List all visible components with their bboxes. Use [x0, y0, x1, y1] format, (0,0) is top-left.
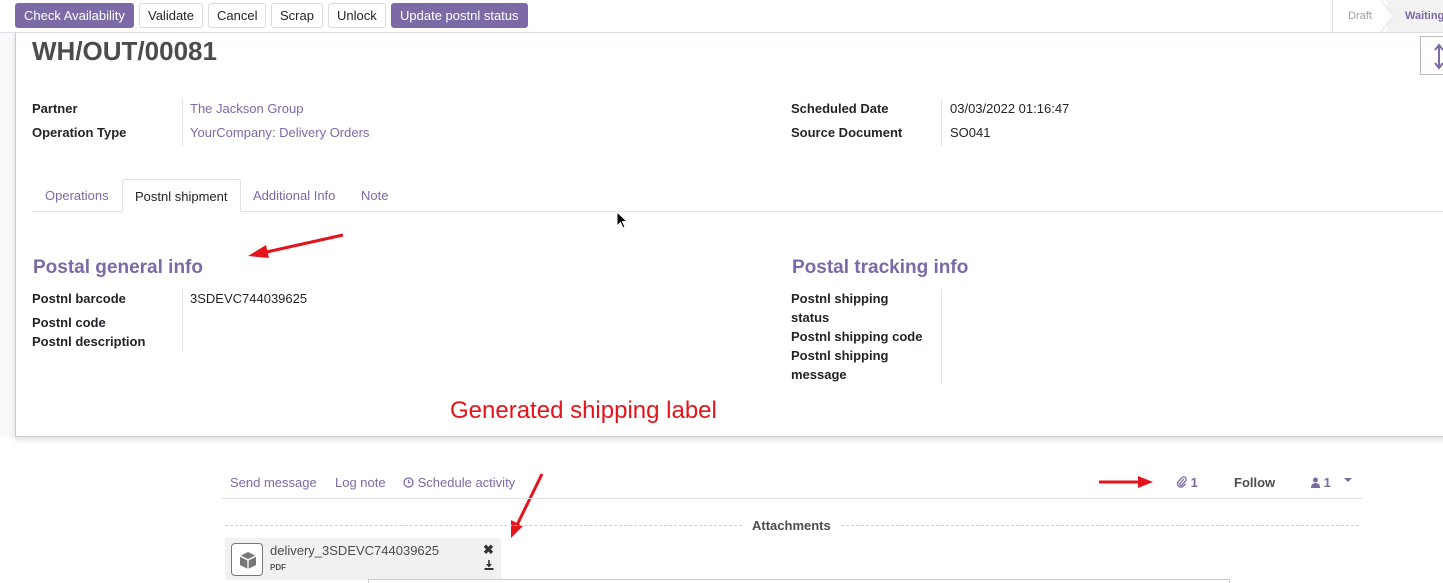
partner-link[interactable]: The Jackson Group [190, 99, 303, 118]
attachments-rule-right [841, 525, 1359, 526]
postnl-shipping-status-label-cont: status [791, 310, 830, 325]
paperclip-icon [1176, 476, 1187, 488]
arrow-icon [511, 473, 544, 538]
postal-tracking-info-title: Postal tracking info [792, 257, 969, 278]
followers-button[interactable]: 1 [1311, 474, 1331, 492]
follow-button[interactable]: Follow [1234, 474, 1275, 492]
tab-operations[interactable]: Operations [33, 179, 121, 212]
status-bar: Draft Waiting [1332, 0, 1443, 32]
postnl-barcode-label: Postnl barcode [32, 291, 126, 306]
status-waiting[interactable]: Waiting [1387, 0, 1443, 32]
attachment-extension: PDF [270, 563, 286, 572]
postnl-description-label: Postnl description [32, 334, 146, 349]
form-sheet [15, 33, 1443, 437]
status-chevron-icon [1381, 0, 1394, 32]
check-availability-button[interactable]: Check Availability [15, 3, 134, 28]
log-note-link[interactable]: Log note [335, 474, 386, 492]
unlock-button[interactable]: Unlock [328, 3, 386, 28]
package-icon [239, 552, 257, 569]
attachment-thumbnail [231, 543, 263, 576]
send-message-link[interactable]: Send message [230, 474, 317, 492]
generated-shipping-label-annotation: Generated shipping label [450, 397, 717, 424]
download-icon[interactable] [484, 560, 494, 570]
mouse-cursor-icon [616, 211, 628, 229]
scheduled-date-value[interactable]: 03/03/2022 01:16:47 [950, 99, 1069, 118]
postnl-code-label: Postnl code [32, 315, 106, 330]
field-separator [182, 289, 183, 351]
schedule-activity-label: Schedule activity [417, 475, 516, 490]
vertical-resize-icon [1434, 43, 1443, 70]
expand-button[interactable] [1420, 36, 1443, 75]
postnl-shipping-message-label: Postnl shipping [791, 348, 889, 363]
caret-down-icon[interactable] [1344, 478, 1352, 483]
clock-icon [403, 477, 414, 488]
control-panel: Check Availability Validate Cancel Scrap… [0, 0, 1443, 33]
postnl-barcode-value[interactable]: 3SDEVC744039625 [190, 289, 307, 308]
status-draft[interactable]: Draft [1333, 0, 1387, 32]
chatter-separator [222, 498, 1362, 499]
tab-postnl-shipment[interactable]: Postnl shipment [122, 179, 241, 212]
delete-attachment-icon[interactable]: ✖ [483, 542, 494, 558]
attachments-title: Attachments [752, 518, 831, 533]
postnl-shipping-status-label: Postnl shipping [791, 291, 889, 306]
composer-box [368, 579, 1230, 583]
attachment-count: 1 [1190, 475, 1198, 490]
postal-general-info-title: Postal general info [33, 257, 203, 278]
attachments-rule-left [225, 525, 742, 526]
schedule-activity-link[interactable]: Schedule activity [403, 474, 515, 492]
scheduled-date-label: Scheduled Date [791, 101, 889, 116]
validate-button[interactable]: Validate [139, 3, 204, 28]
attachments-counter[interactable]: 1 [1176, 474, 1198, 492]
tab-note[interactable]: Note [349, 179, 400, 212]
field-separator [941, 289, 942, 384]
attachment-card[interactable]: delivery_3SDEVC744039625 PDF ✖ [225, 538, 501, 580]
user-icon [1311, 477, 1320, 488]
source-document-label: Source Document [791, 125, 903, 140]
record-title: WH/OUT/00081 [32, 36, 217, 66]
arrow-icon [1099, 476, 1153, 488]
postnl-shipping-code-label: Postnl shipping code [791, 329, 923, 344]
tab-additional-info[interactable]: Additional Info [241, 179, 347, 212]
operation-type-link[interactable]: YourCompany: Delivery Orders [190, 123, 369, 142]
partner-label: Partner [32, 101, 78, 116]
field-separator [182, 99, 183, 146]
follower-count: 1 [1323, 475, 1331, 490]
source-document-value[interactable]: SO041 [950, 123, 990, 142]
update-postnl-status-button[interactable]: Update postnl status [391, 3, 528, 28]
cancel-button[interactable]: Cancel [208, 3, 267, 28]
attachment-name[interactable]: delivery_3SDEVC744039625 [270, 543, 439, 558]
scrap-button[interactable]: Scrap [271, 3, 323, 28]
postnl-shipping-message-label-cont: message [791, 367, 847, 382]
operation-type-label: Operation Type [32, 125, 127, 140]
field-separator [941, 99, 942, 146]
